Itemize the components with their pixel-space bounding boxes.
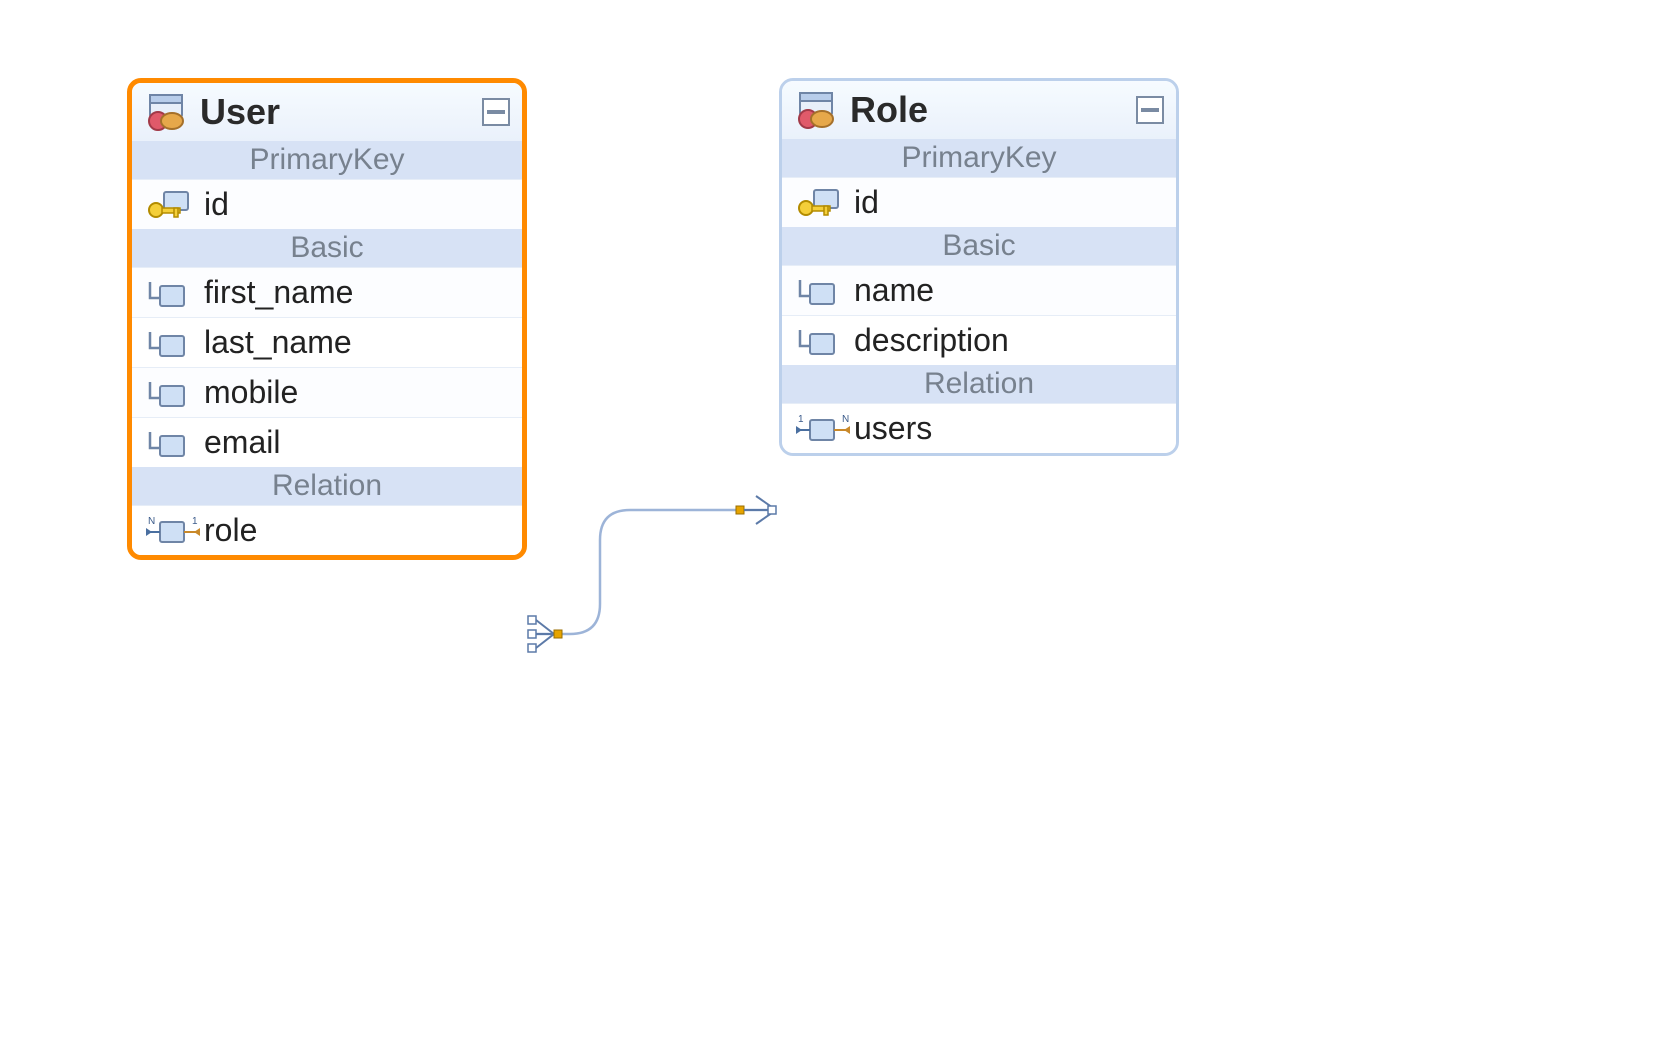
relation-row[interactable]: N 1 role [132, 505, 522, 555]
section-header-basic: Basic [132, 229, 522, 267]
field-label: role [204, 512, 510, 549]
section-header-basic: Basic [782, 227, 1176, 265]
svg-text:1: 1 [192, 516, 198, 527]
field-icon [144, 326, 190, 360]
svg-text:N: N [148, 516, 155, 527]
relation-icon: N 1 [144, 514, 190, 548]
entity-title: User [200, 91, 482, 133]
svg-text:N: N [842, 414, 849, 425]
entity-title: Role [850, 89, 1136, 131]
entity-header[interactable]: Role [782, 81, 1176, 139]
entity-icon [144, 91, 186, 133]
field-label: first_name [204, 274, 510, 311]
collapse-button[interactable] [1136, 96, 1164, 124]
diagram-canvas[interactable]: User PrimaryKey id Basic first_name [0, 0, 1658, 1052]
entity-header[interactable]: User [132, 83, 522, 141]
field-row[interactable]: mobile [132, 367, 522, 417]
section-header-primarykey: PrimaryKey [782, 139, 1176, 177]
entity-user[interactable]: User PrimaryKey id Basic first_name [127, 78, 527, 560]
field-icon [794, 324, 840, 358]
field-label: id [854, 184, 1164, 221]
field-row[interactable]: email [132, 417, 522, 467]
relation-row[interactable]: 1 N users [782, 403, 1176, 453]
field-icon [794, 274, 840, 308]
field-label: mobile [204, 374, 510, 411]
field-icon [144, 276, 190, 310]
entity-icon [794, 89, 836, 131]
field-label: users [854, 410, 1164, 447]
entity-role[interactable]: Role PrimaryKey id Basic name [779, 78, 1179, 456]
field-row[interactable]: first_name [132, 267, 522, 317]
primary-key-icon [794, 186, 840, 220]
field-icon [144, 376, 190, 410]
field-label: description [854, 322, 1164, 359]
field-row[interactable]: description [782, 315, 1176, 365]
section-header-primarykey: PrimaryKey [132, 141, 522, 179]
field-row[interactable]: id [782, 177, 1176, 227]
field-icon [144, 426, 190, 460]
field-row[interactable]: last_name [132, 317, 522, 367]
field-label: email [204, 424, 510, 461]
field-row[interactable]: id [132, 179, 522, 229]
svg-text:1: 1 [798, 414, 804, 425]
section-header-relation: Relation [132, 467, 522, 505]
field-label: id [204, 186, 510, 223]
field-label: last_name [204, 324, 510, 361]
field-row[interactable]: name [782, 265, 1176, 315]
primary-key-icon [144, 188, 190, 222]
section-header-relation: Relation [782, 365, 1176, 403]
field-label: name [854, 272, 1164, 309]
collapse-button[interactable] [482, 98, 510, 126]
relation-icon: 1 N [794, 412, 840, 446]
